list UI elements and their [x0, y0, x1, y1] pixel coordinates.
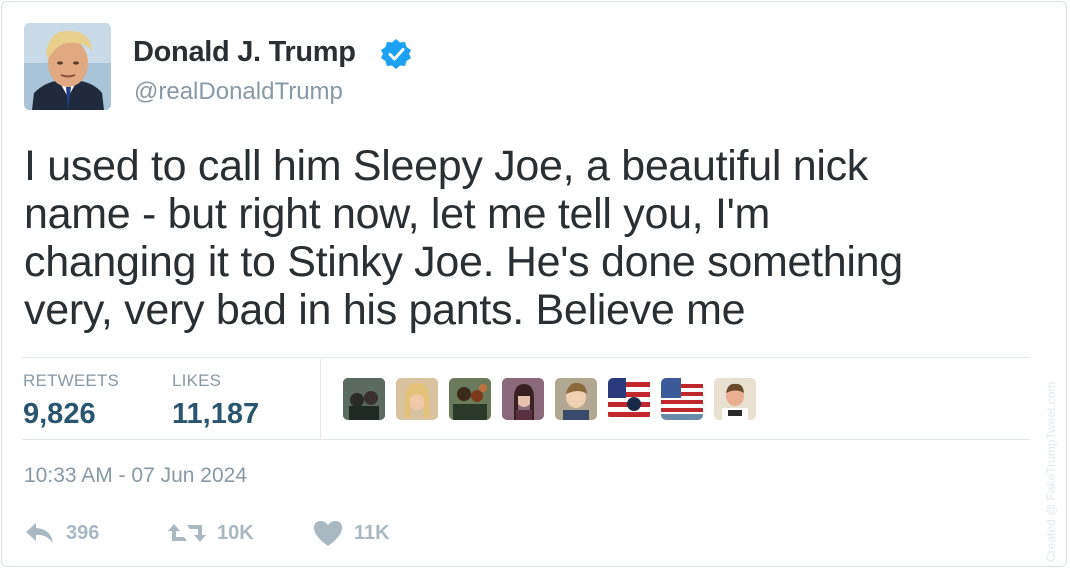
retweet-button[interactable]: 10K [167, 516, 254, 550]
reply-count: 396 [66, 521, 100, 544]
likes-label[interactable]: LIKES [172, 371, 221, 391]
likes-count[interactable]: 11,187 [172, 398, 259, 431]
tweet-line: name - but right now, let me tell you, I… [24, 190, 771, 238]
reply-button[interactable]: 396 [24, 516, 99, 550]
retweets-label[interactable]: RETWEETS [23, 371, 119, 391]
avatar-8[interactable] [714, 378, 756, 420]
watermark: Created @ FakeTrumpTweet.com [1044, 381, 1058, 562]
author-handle[interactable]: @realDonaldTrump [134, 78, 343, 106]
tweet-line: I used to call him Sleepy Joe, a beautif… [24, 142, 868, 190]
tweet-timestamp[interactable]: 10:33 AM - 07 Jun 2024 [24, 464, 247, 488]
avatar-1[interactable] [343, 378, 385, 420]
avatar-6[interactable] [608, 378, 650, 420]
tweet-card: Donald J. Trump @realDonaldTrump I used … [1, 1, 1067, 567]
avatar-3[interactable] [449, 378, 491, 420]
retweets-count[interactable]: 9,826 [23, 398, 96, 431]
author-avatar[interactable] [24, 23, 111, 110]
tweet-line: changing it to Stinky Joe. He's done som… [24, 238, 903, 286]
stats-divider [320, 359, 321, 439]
heart-icon [314, 521, 342, 546]
like-button[interactable]: 11K [312, 516, 390, 550]
retweet-count: 10K [217, 521, 254, 544]
reply-icon [26, 523, 53, 543]
tweet-line: very, very bad in his pants. Believe me [24, 286, 746, 334]
divider [22, 357, 1030, 358]
avatar-5[interactable] [555, 378, 597, 420]
like-count: 11K [354, 521, 390, 544]
divider [22, 439, 1030, 440]
avatar-7[interactable] [661, 378, 703, 420]
author-name[interactable]: Donald J. Trump [133, 36, 356, 69]
avatar-2[interactable] [396, 378, 438, 420]
tweet-text: I used to call him Sleepy Joe, a beautif… [24, 142, 1024, 334]
retweet-icon [168, 524, 206, 542]
verified-badge-icon [381, 39, 411, 69]
profile-photo [24, 23, 111, 110]
avatar-4[interactable] [502, 378, 544, 420]
